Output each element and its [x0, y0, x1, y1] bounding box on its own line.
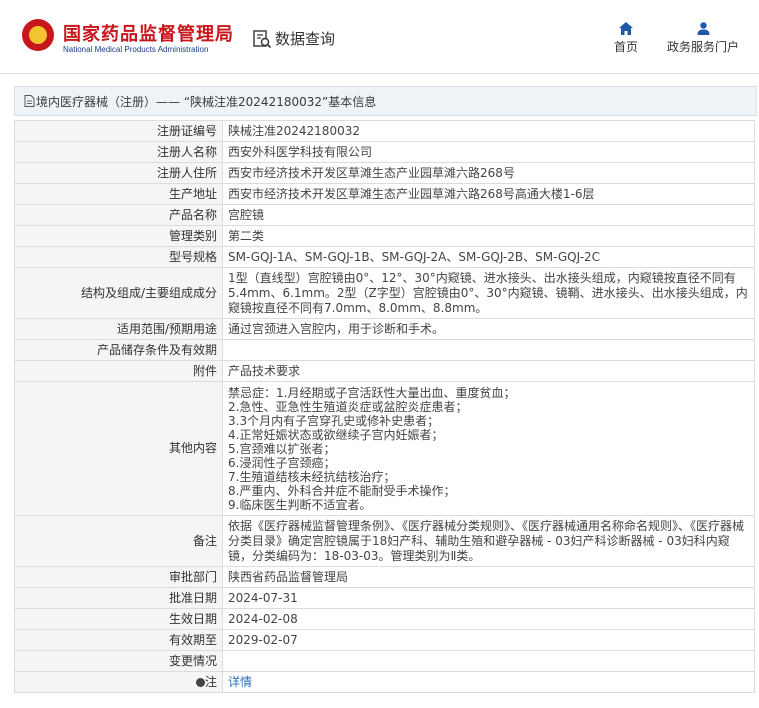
- row-value: 详情: [222, 671, 755, 693]
- table-row: 附件 产品技术要求: [14, 360, 755, 382]
- row-value: 第二类: [222, 225, 755, 247]
- row-value: [222, 650, 755, 672]
- table-row: 注册人名称 西安外科医学科技有限公司: [14, 141, 755, 163]
- row-label: 管理类别: [14, 225, 223, 247]
- table-row: 管理类别 第二类: [14, 225, 755, 247]
- row-value: 西安市经济技术开发区草滩生态产业园草滩六路268号高通大楼1-6层: [222, 183, 755, 205]
- details-link[interactable]: 详情: [228, 675, 252, 689]
- table-row: 生效日期 2024-02-08: [14, 608, 755, 630]
- row-label: 审批部门: [14, 566, 223, 588]
- row-label: 备注: [14, 515, 223, 567]
- table-row: 生产地址 西安市经济技术开发区草滩生态产业园草滩六路268号高通大楼1-6层: [14, 183, 755, 205]
- nav-service-label: 政务服务门户: [666, 40, 739, 54]
- row-label-note: 注: [14, 671, 223, 693]
- row-value: 宫腔镜: [222, 204, 755, 226]
- data-query-link[interactable]: 数据查询: [252, 28, 335, 49]
- row-value: 1型（直线型）宫腔镜由0°、12°、30°内窥镜、进水接头、出水接头组成，内窥镜…: [222, 267, 755, 319]
- table-row: 审批部门 陕西省药品监督管理局: [14, 566, 755, 588]
- site-name-cn[interactable]: 国家药品监督管理局: [63, 20, 234, 46]
- row-label: 变更情况: [14, 650, 223, 672]
- data-query-label: 数据查询: [275, 30, 336, 48]
- row-label: 注册人住所: [14, 162, 223, 184]
- table-row: 变更情况: [14, 650, 755, 672]
- row-value: 2024-07-31: [222, 587, 755, 609]
- nav-home-label: 首页: [613, 40, 638, 54]
- row-value: 西安外科医学科技有限公司: [222, 141, 755, 163]
- nav-service-portal[interactable]: 政务服务门户: [666, 22, 740, 55]
- table-row: 有效期至 2029-02-07: [14, 629, 755, 651]
- document-icon: [24, 95, 35, 107]
- table-row: 批准日期 2024-07-31: [14, 587, 755, 609]
- row-label: 附件: [14, 360, 223, 382]
- row-label: 注册人名称: [14, 141, 223, 163]
- table-row: 结构及组成/主要组成成分 1型（直线型）宫腔镜由0°、12°、30°内窥镜、进水接…: [14, 267, 755, 319]
- device-info-table: 注册证编号 陕械注准20242180032 注册人名称 西安外科医学科技有限公司 注…: [14, 120, 755, 693]
- table-row: 产品名称 宫腔镜: [14, 204, 755, 226]
- table-row: 备注 依据《医疗器械监督管理条例》、《医疗器械分类规则》、《医疗器械通用名称命名规…: [14, 515, 755, 567]
- row-value: 通过宫颈进入宫腔内，用于诊断和手术。: [222, 318, 755, 340]
- row-value: [222, 339, 755, 361]
- table-row: 注册证编号 陕械注准20242180032: [14, 120, 755, 142]
- row-label: 产品储存条件及有效期: [14, 339, 223, 361]
- data-query-icon: [253, 29, 272, 48]
- row-value: 2029-02-07: [222, 629, 755, 651]
- site-header: 国家药品监督管理局 National Medical Products Admi…: [0, 0, 759, 74]
- national-emblem-icon: [22, 19, 54, 51]
- user-icon: [697, 22, 709, 35]
- breadcrumb: 境内医疗器械（注册）—— “陕械注准20242180032”基本信息: [14, 86, 757, 116]
- table-row: 产品储存条件及有效期: [14, 339, 755, 361]
- row-label: 注册证编号: [14, 120, 223, 142]
- row-value: 依据《医疗器械监督管理条例》、《医疗器械分类规则》、《医疗器械通用名称命名规则》…: [222, 515, 755, 567]
- row-label: 适用范围/预期用途: [14, 318, 223, 340]
- row-label: 其他内容: [14, 381, 223, 516]
- row-label: 结构及组成/主要组成成分: [14, 267, 223, 319]
- row-label: 型号规格: [14, 246, 223, 268]
- table-row: 其他内容 禁忌症：1.月经期或子宫活跃性大量出血、重度贫血； 2.急性、亚急性生殖…: [14, 381, 755, 516]
- row-value: 产品技术要求: [222, 360, 755, 382]
- row-label: 有效期至: [14, 629, 223, 651]
- breadcrumb-text: 境内医疗器械（注册）—— “陕械注准20242180032”基本信息: [36, 94, 377, 109]
- row-value: SM-GQJ-1A、SM-GQJ-1B、SM-GQJ-2A、SM-GQJ-2B、…: [222, 246, 755, 268]
- table-row: 注 详情: [14, 671, 755, 693]
- table-row: 型号规格 SM-GQJ-1A、SM-GQJ-1B、SM-GQJ-2A、SM-GQJ…: [14, 246, 755, 268]
- row-label: 产品名称: [14, 204, 223, 226]
- row-value: 陕械注准20242180032: [222, 120, 755, 142]
- row-value: 陕西省药品监督管理局: [222, 566, 755, 588]
- info-icon: [195, 677, 205, 687]
- row-value: 2024-02-08: [222, 608, 755, 630]
- row-label: 生效日期: [14, 608, 223, 630]
- row-label: 生产地址: [14, 183, 223, 205]
- row-value: 禁忌症：1.月经期或子宫活跃性大量出血、重度贫血； 2.急性、亚急性生殖道炎症或…: [222, 381, 755, 516]
- row-label: 批准日期: [14, 587, 223, 609]
- row-label: 注: [204, 674, 217, 689]
- table-row: 适用范围/预期用途 通过宫颈进入宫腔内，用于诊断和手术。: [14, 318, 755, 340]
- table-row: 注册人住所 西安市经济技术开发区草滩生态产业园草滩六路268号: [14, 162, 755, 184]
- row-value: 西安市经济技术开发区草滩生态产业园草滩六路268号: [222, 162, 755, 184]
- nav-home[interactable]: 首页: [611, 22, 641, 55]
- home-icon: [619, 22, 633, 35]
- site-name-en: National Medical Products Administration: [63, 45, 209, 54]
